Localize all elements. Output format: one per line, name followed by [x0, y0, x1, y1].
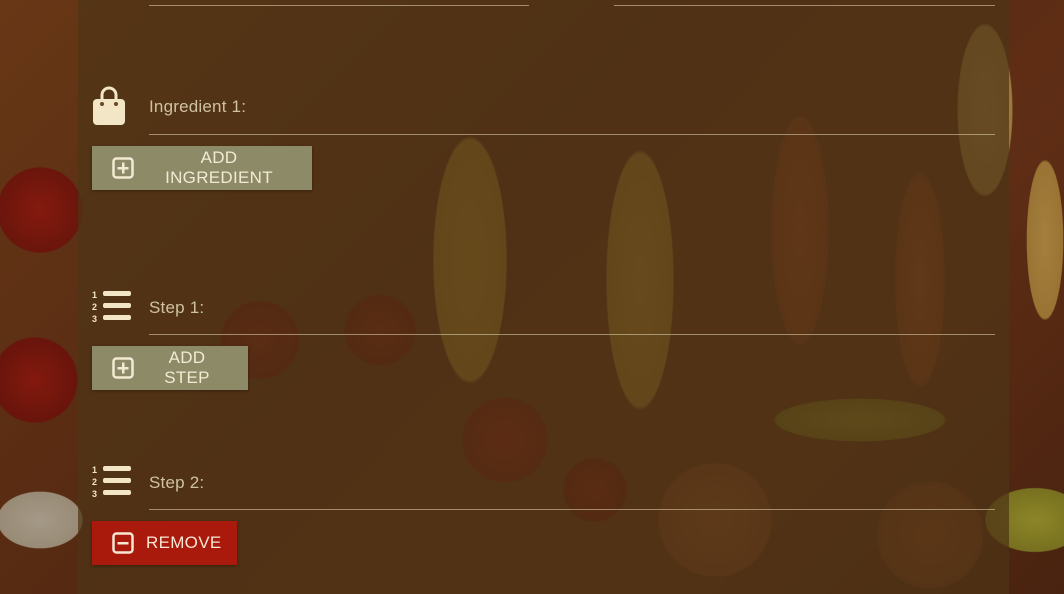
add-ingredient-label: ADD INGREDIENT	[165, 148, 273, 187]
svg-text:2: 2	[92, 302, 97, 312]
shopping-bag-icon	[92, 86, 126, 126]
svg-text:2: 2	[92, 477, 97, 487]
add-ingredient-button[interactable]: ADD INGREDIENT	[92, 146, 312, 190]
svg-text:3: 3	[92, 489, 97, 498]
svg-text:1: 1	[92, 290, 97, 300]
step-1-label: Step 1:	[149, 298, 205, 317]
ingredient-1-input[interactable]	[149, 134, 995, 135]
svg-text:3: 3	[92, 314, 97, 323]
add-step-label: ADD STEP	[164, 348, 210, 387]
minus-square-icon	[112, 532, 134, 554]
previous-field-underline-right[interactable]	[614, 5, 995, 6]
remove-step-label: REMOVE	[146, 533, 222, 552]
remove-step-button[interactable]: REMOVE	[92, 521, 237, 565]
add-step-button[interactable]: ADD STEP	[92, 346, 248, 390]
step-2-input[interactable]	[149, 509, 995, 510]
svg-text:1: 1	[92, 465, 97, 475]
plus-square-icon	[112, 157, 134, 179]
recipe-form-panel	[78, 0, 1009, 594]
ingredient-1-label: Ingredient 1:	[149, 97, 247, 116]
step-2-label: Step 2:	[149, 473, 205, 492]
numbered-list-icon: 1 2 3	[92, 289, 132, 324]
plus-square-icon	[112, 357, 134, 379]
numbered-list-icon: 1 2 3	[92, 464, 132, 499]
previous-field-underline-left[interactable]	[149, 5, 529, 6]
step-1-input[interactable]	[149, 334, 995, 335]
